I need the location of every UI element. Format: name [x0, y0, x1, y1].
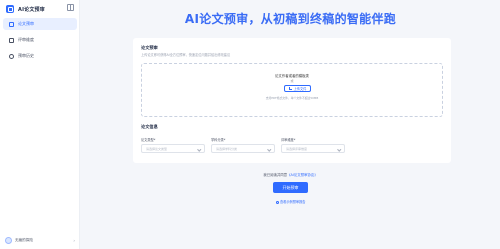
user-name: 无痕的探险: [15, 237, 33, 242]
sidebar-item-label: 预审历史: [18, 53, 34, 58]
sidebar-item-review-history[interactable]: 预审历史: [3, 50, 77, 62]
agreement-text: 我已阅读并同意: [263, 173, 288, 177]
agreement-link[interactable]: 《AI论文预审协议》: [287, 173, 317, 177]
paper-type-label: 论文类型*: [141, 138, 156, 142]
chevron-right-icon: ›: [73, 237, 75, 243]
start-review-button[interactable]: 开始预审: [273, 182, 308, 193]
sidebar-collapse-icon[interactable]: [67, 4, 74, 11]
upload-section-subtitle: 上传论文即可获得AI全方位预审，快速定位问题并给出修改建议: [141, 53, 231, 57]
chevron-down-icon: [196, 146, 201, 151]
logo-icon: [6, 5, 14, 13]
sidebar-item-paper-review[interactable]: 论文预审: [3, 18, 77, 30]
upload-section-title: 论文预审: [141, 45, 158, 50]
chevron-down-icon: [266, 146, 271, 151]
sidebar-item-label: 评审维度: [18, 37, 34, 42]
example-link-label: 查看示例预审报告: [280, 200, 306, 204]
review-form-card: 论文预审 上传论文即可获得AI全方位预审，快速定位问题并给出修改建议 论文作者或…: [133, 38, 451, 163]
sidebar-item-label: 论文预审: [18, 21, 34, 26]
sidebar-item-review-dimensions[interactable]: 评审维度: [3, 34, 77, 46]
dimension-label: 评审维度*: [281, 138, 296, 142]
dimension-placeholder: 请选择评审维度: [286, 146, 308, 151]
subject-label: 学科分类*: [211, 138, 226, 142]
list-icon: [9, 37, 14, 43]
main-content: AI论文预审，从初稿到终稿的智能伴跑 论文预审 上传论文即可获得AI全方位预审，…: [81, 0, 500, 249]
chevron-down-icon: [336, 146, 341, 151]
info-section-title: 论文信息: [141, 124, 158, 129]
upload-button-label: 上传文件: [293, 87, 307, 91]
upload-icon: [288, 87, 292, 90]
avatar: [5, 236, 12, 244]
history-icon: [9, 53, 14, 59]
dimension-select[interactable]: 请选择评审维度: [281, 144, 345, 153]
sidebar-nav: 论文预审 评审维度 预审历史: [3, 18, 77, 66]
upload-hint: 支持PDF格式文件，单个文件不超过50MB: [265, 96, 319, 100]
logo[interactable]: AI论文预审: [6, 4, 45, 14]
sidebar: AI论文预审 论文预审 评审维度 预审历史 无痕的探险 ›: [0, 0, 80, 249]
upload-file-button[interactable]: 上传文件: [284, 85, 311, 92]
logo-text: AI论文预审: [18, 6, 45, 13]
info-icon: [275, 200, 279, 204]
agreement-note: 我已阅读并同意《AI论文预审协议》: [81, 172, 500, 177]
subject-select[interactable]: 请选择学科分类: [211, 144, 275, 153]
page-title: AI论文预审，从初稿到终稿的智能伴跑: [184, 12, 397, 26]
paper-type-select[interactable]: 请选择论文类型: [141, 144, 205, 153]
example-report-link[interactable]: 查看示例预审报告: [81, 199, 500, 204]
document-icon: [9, 21, 14, 27]
paper-type-placeholder: 请选择论文类型: [146, 146, 168, 151]
subject-placeholder: 请选择学科分类: [216, 146, 238, 151]
file-drop-zone[interactable]: 论文作者或者的模板类 或 上传文件 支持PDF格式文件，单个文件不超过50MB: [141, 63, 443, 117]
drop-zone-or: 或: [290, 79, 294, 83]
drop-zone-title: 论文作者或者的模板类: [275, 74, 309, 78]
user-profile[interactable]: 无痕的探险 ›: [5, 235, 75, 245]
